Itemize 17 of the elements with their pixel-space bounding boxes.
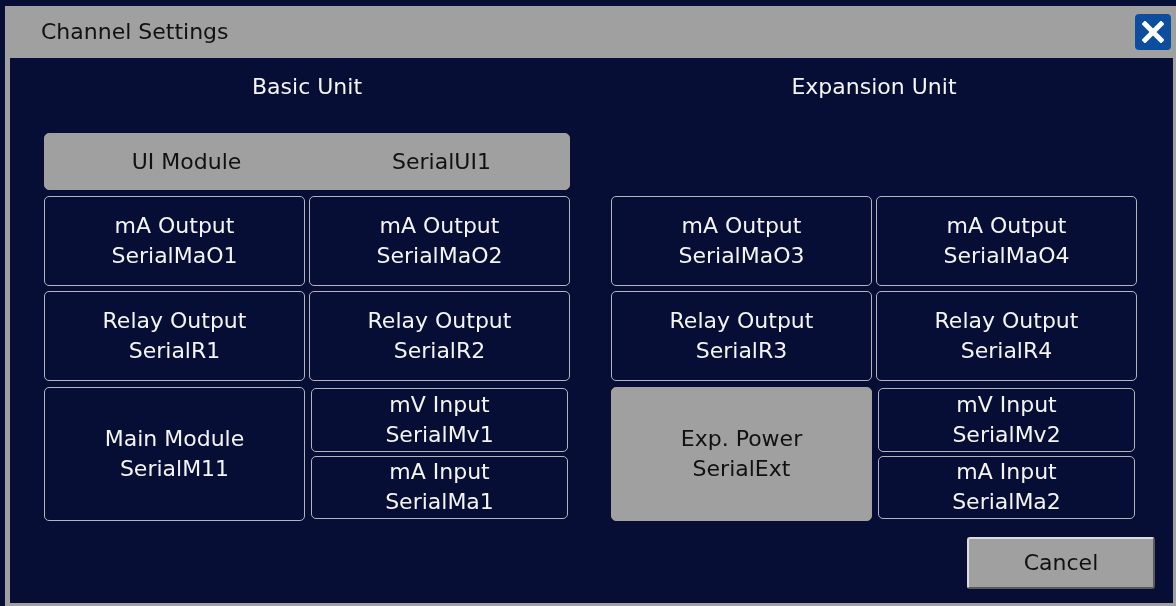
window-title: Channel Settings xyxy=(41,18,229,46)
module-button[interactable]: mA Output SerialMaO3 xyxy=(611,196,872,286)
close-icon xyxy=(1142,20,1164,43)
module-button[interactable]: mA Output SerialMaO2 xyxy=(309,196,570,286)
module-button[interactable]: mA Input SerialMa1 xyxy=(311,455,568,519)
module-button[interactable]: mA Output SerialMaO1 xyxy=(44,196,305,286)
module-button[interactable]: mA Input SerialMa2 xyxy=(878,455,1135,519)
module-button[interactable]: Relay Output SerialR1 xyxy=(44,291,305,381)
unit-title: Expansion Unit xyxy=(791,73,957,101)
module-button[interactable]: Main Module SerialM11 xyxy=(44,387,305,521)
module-button[interactable]: Relay Output SerialR4 xyxy=(876,291,1137,381)
module-button[interactable]: Relay Output SerialR2 xyxy=(309,291,570,381)
unit-title: Basic Unit xyxy=(252,73,362,101)
cancel-button[interactable]: Cancel xyxy=(967,537,1155,589)
module-button[interactable]: Relay Output SerialR3 xyxy=(611,291,872,381)
close-button[interactable] xyxy=(1135,13,1171,50)
module-button[interactable]: mA Output SerialMaO4 xyxy=(876,196,1137,286)
